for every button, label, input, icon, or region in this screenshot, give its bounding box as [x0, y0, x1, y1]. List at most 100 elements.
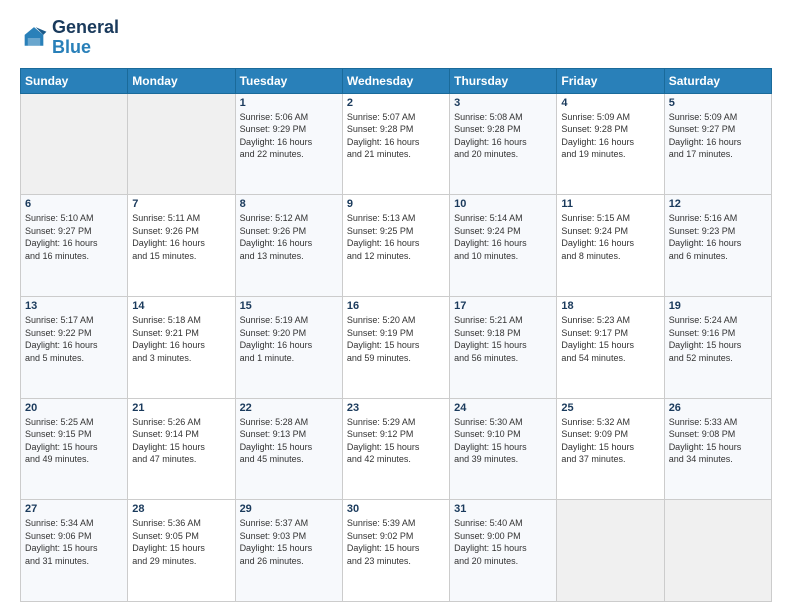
day-number: 10 — [454, 198, 552, 210]
weekday-header-monday: Monday — [128, 68, 235, 93]
day-cell: 24 Sunrise: 5:30 AM Sunset: 9:10 PM Dayli… — [450, 398, 557, 500]
week-row-1: 1 Sunrise: 5:06 AM Sunset: 9:29 PM Daylig… — [21, 93, 772, 195]
day-number: 7 — [132, 198, 230, 210]
day-info: Sunrise: 5:12 AM Sunset: 9:26 PM Dayligh… — [240, 212, 338, 262]
day-info: Sunrise: 5:29 AM Sunset: 9:12 PM Dayligh… — [347, 416, 445, 466]
weekday-header-sunday: Sunday — [21, 68, 128, 93]
day-number: 11 — [561, 198, 659, 210]
day-cell: 2 Sunrise: 5:07 AM Sunset: 9:28 PM Daylig… — [342, 93, 449, 195]
day-info: Sunrise: 5:25 AM Sunset: 9:15 PM Dayligh… — [25, 416, 123, 466]
day-number: 9 — [347, 198, 445, 210]
day-cell: 25 Sunrise: 5:32 AM Sunset: 9:09 PM Dayli… — [557, 398, 664, 500]
weekday-header-row: SundayMondayTuesdayWednesdayThursdayFrid… — [21, 68, 772, 93]
day-number: 21 — [132, 402, 230, 414]
day-info: Sunrise: 5:32 AM Sunset: 9:09 PM Dayligh… — [561, 416, 659, 466]
day-cell: 6 Sunrise: 5:10 AM Sunset: 9:27 PM Daylig… — [21, 195, 128, 297]
day-info: Sunrise: 5:19 AM Sunset: 9:20 PM Dayligh… — [240, 314, 338, 364]
day-info: Sunrise: 5:20 AM Sunset: 9:19 PM Dayligh… — [347, 314, 445, 364]
day-number: 13 — [25, 300, 123, 312]
weekday-header-friday: Friday — [557, 68, 664, 93]
day-cell: 8Sunrise: 5:12 AM Sunset: 9:26 PM Daylig… — [235, 195, 342, 297]
day-info: Sunrise: 5:37 AM Sunset: 9:03 PM Dayligh… — [240, 517, 338, 567]
day-info: Sunrise: 5:33 AM Sunset: 9:08 PM Dayligh… — [669, 416, 767, 466]
day-number: 30 — [347, 503, 445, 515]
day-info: Sunrise: 5:40 AM Sunset: 9:00 PM Dayligh… — [454, 517, 552, 567]
day-cell: 30 Sunrise: 5:39 AM Sunset: 9:02 PM Dayli… — [342, 500, 449, 602]
day-cell: 21 Sunrise: 5:26 AM Sunset: 9:14 PM Dayli… — [128, 398, 235, 500]
day-cell: 12 Sunrise: 5:16 AM Sunset: 9:23 PM Dayli… — [664, 195, 771, 297]
day-number: 5 — [669, 97, 767, 109]
day-number: 6 — [25, 198, 123, 210]
day-number: 19 — [669, 300, 767, 312]
day-cell: 20 Sunrise: 5:25 AM Sunset: 9:15 PM Dayli… — [21, 398, 128, 500]
day-number: 24 — [454, 402, 552, 414]
logo: General Blue — [20, 18, 119, 58]
day-cell: 11 Sunrise: 5:15 AM Sunset: 9:24 PM Dayli… — [557, 195, 664, 297]
day-info: Sunrise: 5:09 AM Sunset: 9:27 PM Dayligh… — [669, 111, 767, 161]
day-cell: 5 Sunrise: 5:09 AM Sunset: 9:27 PM Daylig… — [664, 93, 771, 195]
day-cell — [664, 500, 771, 602]
day-info: Sunrise: 5:36 AM Sunset: 9:05 PM Dayligh… — [132, 517, 230, 567]
day-info: Sunrise: 5:28 AM Sunset: 9:13 PM Dayligh… — [240, 416, 338, 466]
day-cell: 10Sunrise: 5:14 AM Sunset: 9:24 PM Dayli… — [450, 195, 557, 297]
day-cell: 26Sunrise: 5:33 AM Sunset: 9:08 PM Dayli… — [664, 398, 771, 500]
day-cell: 3 Sunrise: 5:08 AM Sunset: 9:28 PM Daylig… — [450, 93, 557, 195]
day-info: Sunrise: 5:08 AM Sunset: 9:28 PM Dayligh… — [454, 111, 552, 161]
day-number: 16 — [347, 300, 445, 312]
day-cell: 31 Sunrise: 5:40 AM Sunset: 9:00 PM Dayli… — [450, 500, 557, 602]
day-cell: 7 Sunrise: 5:11 AM Sunset: 9:26 PM Daylig… — [128, 195, 235, 297]
day-number: 29 — [240, 503, 338, 515]
calendar: SundayMondayTuesdayWednesdayThursdayFrid… — [20, 68, 772, 602]
day-number: 31 — [454, 503, 552, 515]
day-number: 28 — [132, 503, 230, 515]
day-number: 20 — [25, 402, 123, 414]
day-info: Sunrise: 5:06 AM Sunset: 9:29 PM Dayligh… — [240, 111, 338, 161]
day-number: 12 — [669, 198, 767, 210]
day-number: 22 — [240, 402, 338, 414]
header: General Blue — [20, 18, 772, 58]
day-number: 23 — [347, 402, 445, 414]
day-cell: 19 Sunrise: 5:24 AM Sunset: 9:16 PM Dayli… — [664, 296, 771, 398]
day-cell — [128, 93, 235, 195]
day-number: 15 — [240, 300, 338, 312]
day-number: 1 — [240, 97, 338, 109]
day-cell: 17Sunrise: 5:21 AM Sunset: 9:18 PM Dayli… — [450, 296, 557, 398]
day-cell — [557, 500, 664, 602]
day-info: Sunrise: 5:10 AM Sunset: 9:27 PM Dayligh… — [25, 212, 123, 262]
day-cell: 14 Sunrise: 5:18 AM Sunset: 9:21 PM Dayli… — [128, 296, 235, 398]
day-info: Sunrise: 5:07 AM Sunset: 9:28 PM Dayligh… — [347, 111, 445, 161]
day-info: Sunrise: 5:15 AM Sunset: 9:24 PM Dayligh… — [561, 212, 659, 262]
day-cell: 4Sunrise: 5:09 AM Sunset: 9:28 PM Daylig… — [557, 93, 664, 195]
day-info: Sunrise: 5:23 AM Sunset: 9:17 PM Dayligh… — [561, 314, 659, 364]
day-cell: 22 Sunrise: 5:28 AM Sunset: 9:13 PM Dayli… — [235, 398, 342, 500]
week-row-3: 13 Sunrise: 5:17 AM Sunset: 9:22 PM Dayli… — [21, 296, 772, 398]
logo-icon — [20, 24, 48, 52]
week-row-5: 27Sunrise: 5:34 AM Sunset: 9:06 PM Dayli… — [21, 500, 772, 602]
day-info: Sunrise: 5:21 AM Sunset: 9:18 PM Dayligh… — [454, 314, 552, 364]
weekday-header-saturday: Saturday — [664, 68, 771, 93]
day-number: 2 — [347, 97, 445, 109]
day-info: Sunrise: 5:17 AM Sunset: 9:22 PM Dayligh… — [25, 314, 123, 364]
day-cell: 27Sunrise: 5:34 AM Sunset: 9:06 PM Dayli… — [21, 500, 128, 602]
day-info: Sunrise: 5:11 AM Sunset: 9:26 PM Dayligh… — [132, 212, 230, 262]
day-info: Sunrise: 5:34 AM Sunset: 9:06 PM Dayligh… — [25, 517, 123, 567]
day-info: Sunrise: 5:39 AM Sunset: 9:02 PM Dayligh… — [347, 517, 445, 567]
day-number: 18 — [561, 300, 659, 312]
day-number: 14 — [132, 300, 230, 312]
day-cell: 15 Sunrise: 5:19 AM Sunset: 9:20 PM Dayli… — [235, 296, 342, 398]
page: General Blue SundayMondayTuesdayWednesda… — [0, 0, 792, 612]
day-info: Sunrise: 5:16 AM Sunset: 9:23 PM Dayligh… — [669, 212, 767, 262]
day-cell: 29 Sunrise: 5:37 AM Sunset: 9:03 PM Dayli… — [235, 500, 342, 602]
day-info: Sunrise: 5:30 AM Sunset: 9:10 PM Dayligh… — [454, 416, 552, 466]
weekday-header-wednesday: Wednesday — [342, 68, 449, 93]
week-row-4: 20 Sunrise: 5:25 AM Sunset: 9:15 PM Dayli… — [21, 398, 772, 500]
day-info: Sunrise: 5:18 AM Sunset: 9:21 PM Dayligh… — [132, 314, 230, 364]
day-cell: 28 Sunrise: 5:36 AM Sunset: 9:05 PM Dayli… — [128, 500, 235, 602]
day-info: Sunrise: 5:24 AM Sunset: 9:16 PM Dayligh… — [669, 314, 767, 364]
day-cell: 13 Sunrise: 5:17 AM Sunset: 9:22 PM Dayli… — [21, 296, 128, 398]
day-number: 3 — [454, 97, 552, 109]
weekday-header-thursday: Thursday — [450, 68, 557, 93]
day-cell — [21, 93, 128, 195]
day-info: Sunrise: 5:26 AM Sunset: 9:14 PM Dayligh… — [132, 416, 230, 466]
day-number: 25 — [561, 402, 659, 414]
